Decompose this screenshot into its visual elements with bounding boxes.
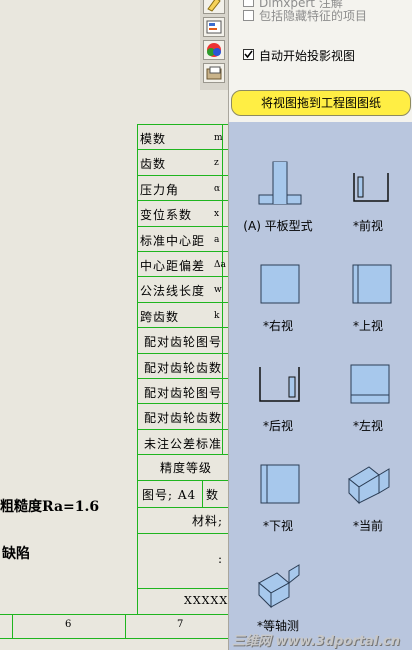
front-view-icon bbox=[353, 173, 389, 202]
table-row-line bbox=[137, 226, 228, 227]
quantity-label: 数 bbox=[206, 488, 220, 502]
table-row-label: 变位系数 bbox=[140, 208, 193, 222]
table-line bbox=[137, 533, 228, 534]
view-palette-panel: Dimxpert 注解 包括隐藏特征的项目 自动开始投影视图 将视图拖到工程图图… bbox=[228, 0, 412, 650]
isometric-view-icon bbox=[258, 564, 300, 609]
view-label: *上视 bbox=[352, 319, 383, 333]
table-border bbox=[222, 124, 223, 454]
table-row-label: 压力角 bbox=[140, 183, 180, 197]
table-row-line bbox=[137, 353, 228, 354]
task-pane-tabs bbox=[200, 0, 229, 90]
table-row-symbol: a bbox=[214, 235, 220, 245]
view-label: *后视 bbox=[262, 419, 293, 433]
appearance-icon[interactable] bbox=[203, 40, 225, 60]
table-row-line bbox=[137, 378, 228, 379]
table-row-line bbox=[137, 276, 228, 277]
table-row-line bbox=[137, 124, 228, 125]
auto-projected-view-checkbox[interactable] bbox=[243, 49, 254, 60]
table-row-line bbox=[137, 175, 228, 176]
property-manager-icon[interactable] bbox=[203, 17, 225, 37]
roughness-note: 粗糙度Ra=1.6 bbox=[0, 499, 100, 515]
current-view-icon bbox=[348, 466, 390, 505]
table-line bbox=[137, 588, 228, 589]
table-row-symbol: Δa bbox=[214, 260, 226, 270]
view-tile-isometric[interactable]: *等轴测 bbox=[233, 537, 323, 637]
view-label: *前视 bbox=[352, 219, 383, 233]
table-line bbox=[137, 480, 228, 481]
code-text: XXXXX- bbox=[184, 594, 228, 607]
table-row-line bbox=[137, 403, 228, 404]
ruler-line bbox=[0, 614, 228, 615]
partial-glyph: : bbox=[218, 552, 224, 566]
top-view-icon bbox=[352, 264, 392, 304]
view-label: *当前 bbox=[352, 519, 383, 533]
table-row-label: 标准中心距 bbox=[140, 234, 206, 248]
view-label: *下视 bbox=[262, 519, 293, 533]
view-tile-left[interactable]: *左视 bbox=[323, 337, 412, 437]
view-tile-top[interactable]: *上视 bbox=[323, 237, 412, 337]
table-row-label: 模数 bbox=[140, 132, 167, 146]
table-row-symbol: x bbox=[214, 209, 220, 219]
precision-label: 精度等级 bbox=[160, 461, 213, 475]
ruler-label-7: 7 bbox=[177, 619, 184, 630]
table-row-label: 跨齿数 bbox=[140, 310, 180, 324]
table-line bbox=[202, 480, 203, 508]
table-row-label: 配对齿轮图号 bbox=[144, 335, 223, 349]
table-row-line bbox=[137, 302, 228, 303]
table-row-symbol: w bbox=[214, 285, 222, 295]
view-tile-right[interactable]: *右视 bbox=[233, 237, 323, 337]
table-row-symbol: k bbox=[214, 311, 220, 321]
view-tile-flat-pattern[interactable]: (A) 平板型式 bbox=[233, 137, 323, 237]
table-row-label: 配对齿轮齿数 bbox=[144, 361, 223, 375]
view-label: *左视 bbox=[352, 419, 383, 433]
view-tile-back[interactable]: *后视 bbox=[233, 337, 323, 437]
flat-pattern-icon bbox=[258, 161, 302, 205]
table-line bbox=[137, 507, 228, 508]
table-row-line bbox=[137, 454, 228, 455]
table-row-label: 公法线长度 bbox=[140, 284, 206, 298]
table-row-symbol: m bbox=[214, 133, 223, 143]
table-row-line bbox=[137, 149, 228, 150]
table-row-label: 配对齿轮齿数 bbox=[144, 411, 223, 425]
view-label: (A) 平板型式 bbox=[243, 219, 313, 233]
view-tile-current[interactable]: *当前 bbox=[323, 437, 412, 537]
table-row-line bbox=[137, 327, 228, 328]
defect-note: 缺陷 bbox=[2, 546, 30, 562]
table-row-label: 未注公差标准 bbox=[144, 437, 223, 451]
view-tile-bottom[interactable]: *下视 bbox=[233, 437, 323, 537]
table-row-line bbox=[137, 251, 228, 252]
hidden-features-checkbox[interactable] bbox=[243, 10, 254, 21]
watermark: 三维网 www.3dportal.cn bbox=[231, 634, 400, 649]
table-row-label: 中心距偏差 bbox=[140, 259, 206, 273]
drawing-sheet[interactable]: 模数 m 齿数 z 压力角 α 变位系数 x 标准中心距 a 中心距偏差 Δa 公法线长度 w 跨齿数 k 配对… bbox=[0, 0, 228, 650]
table-row-line bbox=[137, 200, 228, 201]
view-thumbnail-grid: (A) 平板型式 *前视 *右视 *上视 *后视 *左视 *下视 *当前 *等轴… bbox=[229, 122, 412, 650]
material-label: 材料; bbox=[192, 514, 224, 528]
table-row-symbol: z bbox=[214, 158, 219, 168]
view-tile-front[interactable]: *前视 bbox=[323, 137, 412, 237]
bottom-view-icon bbox=[260, 464, 300, 504]
left-view-icon bbox=[350, 364, 390, 404]
back-view-icon bbox=[259, 367, 300, 402]
right-view-icon bbox=[260, 264, 300, 304]
table-row-line bbox=[137, 429, 228, 430]
table-row-label: 齿数 bbox=[140, 157, 167, 171]
ruler-label-6: 6 bbox=[65, 619, 72, 630]
auto-projected-view-label: 自动开始投影视图 bbox=[259, 49, 356, 63]
drag-views-banner: 将视图拖到工程图图纸 bbox=[231, 90, 411, 116]
view-palette-icon[interactable] bbox=[203, 63, 225, 83]
hidden-features-label: 包括隐藏特征的项目 bbox=[259, 9, 368, 23]
table-border bbox=[137, 124, 138, 614]
dimxpert-checkbox[interactable] bbox=[243, 0, 254, 7]
table-row-symbol: α bbox=[214, 184, 221, 194]
view-label: *右视 bbox=[262, 319, 293, 333]
feature-manager-icon[interactable] bbox=[203, 0, 225, 14]
drawing-number-label: 图号; A4 bbox=[142, 488, 197, 502]
table-row-label: 配对齿轮图号 bbox=[144, 386, 223, 400]
